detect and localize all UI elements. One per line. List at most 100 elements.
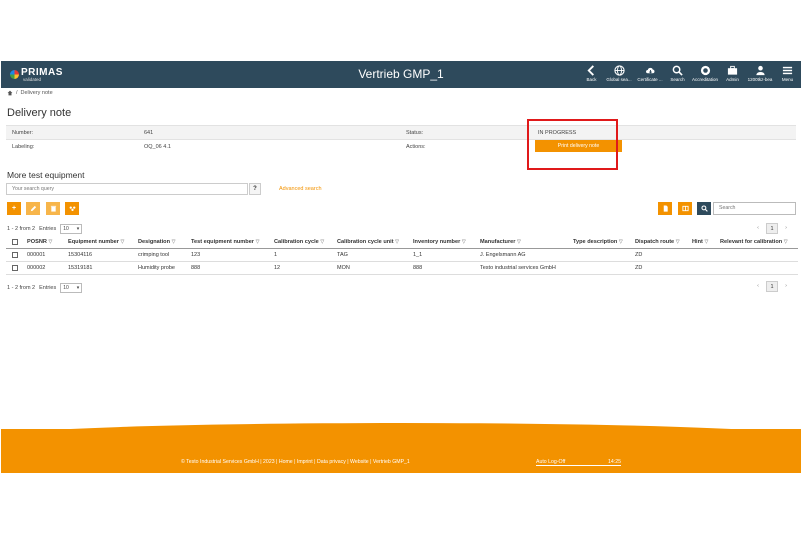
footer-links[interactable]: © Testo Industrial Services GmbH | 2023 … — [181, 459, 410, 465]
group-button[interactable] — [65, 202, 79, 215]
export-button[interactable] — [658, 202, 672, 215]
nav-label: Accreditation — [691, 77, 718, 82]
filter-icon[interactable]: ▽ — [121, 239, 125, 245]
entries-label: Entries — [39, 226, 57, 232]
footer — [1, 429, 801, 473]
header-posnr[interactable]: POSNR ▽ — [27, 239, 52, 245]
filter-icon[interactable]: ▽ — [462, 239, 466, 245]
filter-icon[interactable]: ▽ — [48, 239, 52, 245]
filter-icon[interactable]: ▽ — [704, 239, 708, 245]
pager-bottom: ‹ 1 › — [752, 281, 792, 292]
filter-icon[interactable]: ▽ — [676, 239, 680, 245]
nav-label: Global sea... — [606, 77, 632, 82]
labeling-value: OQ_06 4.1 — [144, 144, 171, 150]
header-calibration-cycle[interactable]: Calibration cycle ▽ — [274, 239, 324, 245]
header-test-equipment-number[interactable]: Test equipment number ▽ — [191, 239, 259, 245]
nav-global-search[interactable]: Global sea... — [604, 63, 634, 87]
nav-certificate[interactable]: Certificate ... — [635, 63, 665, 87]
header-equipment-number[interactable]: Equipment number ▽ — [68, 239, 124, 245]
trash-icon — [50, 205, 56, 212]
search-query-input[interactable]: Your search query — [6, 183, 248, 195]
breadcrumb-separator: / — [16, 90, 18, 96]
add-button[interactable]: + — [7, 202, 21, 215]
cell-posnr: 000001 — [27, 252, 46, 258]
next-page-button[interactable]: › — [780, 223, 792, 234]
app-window: PRIMAS validated Vertrieb GMP_1 Back Glo… — [1, 61, 801, 473]
cell-calibration-cycle: 12 — [274, 265, 281, 271]
delivery-info-table: Number: 641 Status: IN PROGRESS Labeling… — [6, 125, 796, 153]
row-checkbox[interactable] — [12, 265, 18, 271]
filter-icon[interactable]: ▽ — [395, 239, 399, 245]
cloud-download-icon — [645, 67, 655, 74]
briefcase-icon — [727, 65, 738, 75]
header-inventory-number[interactable]: Inventory number ▽ — [413, 239, 466, 245]
advanced-search-link[interactable]: Advanced search — [279, 186, 322, 192]
cell-manufacturer: J. Engelsmann AG — [480, 252, 526, 258]
back-icon — [587, 65, 594, 76]
cell-test-equipment-number: 888 — [191, 265, 201, 271]
nav-admin[interactable]: Admin — [721, 63, 744, 87]
header-hint[interactable]: Hint ▽ — [692, 239, 708, 245]
cell-inventory-number: 888 — [413, 265, 423, 271]
filter-icon[interactable]: ▽ — [784, 239, 788, 245]
document-icon — [663, 205, 668, 212]
search-button[interactable] — [697, 202, 711, 215]
page-1-button[interactable]: 1 — [766, 281, 778, 292]
info-row-number: Number: 641 Status: IN PROGRESS — [6, 125, 796, 139]
header-type-description[interactable]: Type description ▽ — [573, 239, 623, 245]
cell-posnr: 000002 — [27, 265, 46, 271]
cell-inventory-number: 1_1 — [413, 252, 423, 258]
table-search-input[interactable]: Search — [713, 202, 796, 215]
auto-logoff-time: 14:25 — [608, 459, 621, 465]
help-button[interactable]: ? — [249, 183, 261, 195]
header-calibration-cycle-unit[interactable]: Calibration cycle unit ▽ — [337, 239, 399, 245]
columns-button[interactable] — [678, 202, 692, 215]
nav-label: Admin — [726, 77, 739, 82]
prev-page-button[interactable]: ‹ — [752, 223, 764, 234]
user-icon — [755, 65, 765, 76]
nav-back[interactable]: Back — [580, 63, 603, 87]
cell-test-equipment-number: 123 — [191, 252, 201, 258]
header-dispatch-route[interactable]: Dispatch route ▽ — [635, 239, 680, 245]
header-designation[interactable]: Designation ▽ — [138, 239, 175, 245]
breadcrumb-current: Delivery note — [20, 90, 53, 96]
actions-label: Actions: — [406, 144, 426, 150]
nav-search[interactable]: Search — [666, 63, 689, 87]
breadcrumb: / Delivery note — [7, 90, 53, 96]
table-row[interactable]: 000001 15304116 crimping tool 123 1 TAG … — [6, 249, 798, 262]
columns-icon — [681, 205, 689, 212]
header-relevant-for-calibration[interactable]: Relevant for calibration ▽ — [720, 239, 788, 245]
table-row[interactable]: 000002 15319181 Humidity probe 888 12 MO… — [6, 262, 798, 275]
cell-equipment-number: 15319181 — [68, 265, 93, 271]
next-page-button[interactable]: › — [780, 281, 792, 292]
filter-icon[interactable]: ▽ — [619, 239, 623, 245]
nav-accreditation[interactable]: Accreditation — [690, 63, 720, 87]
filter-icon[interactable]: ▽ — [256, 239, 260, 245]
seal-icon — [700, 65, 710, 76]
entries-select[interactable]: 10 — [60, 283, 83, 293]
entries-select[interactable]: 10 — [60, 224, 83, 234]
labeling-label: Labeling: — [12, 144, 35, 150]
cell-equipment-number: 15304116 — [68, 252, 93, 258]
auto-logoff: Auto Log-Off 14:25 — [536, 459, 621, 466]
edit-button[interactable] — [26, 202, 40, 215]
status-label: Status: — [406, 130, 424, 136]
delete-button[interactable] — [46, 202, 60, 215]
nav-user[interactable]: 1200tkz-bea — [745, 63, 775, 87]
cell-manufacturer: Testo industrial services GmbH — [480, 265, 556, 271]
prev-page-button[interactable]: ‹ — [752, 281, 764, 292]
nav-menu[interactable]: Menu — [776, 63, 799, 87]
header-manufacturer[interactable]: Manufacturer ▽ — [480, 239, 521, 245]
filter-icon[interactable]: ▽ — [320, 239, 324, 245]
edit-icon — [30, 205, 36, 212]
nav-label: Back — [586, 77, 597, 82]
select-all-checkbox[interactable] — [12, 239, 18, 245]
pager-top: ‹ 1 › — [752, 223, 792, 234]
home-icon[interactable] — [7, 90, 13, 96]
page-1-button[interactable]: 1 — [766, 223, 778, 234]
cell-designation: Humidity probe — [138, 265, 175, 271]
filter-icon[interactable]: ▽ — [172, 239, 176, 245]
filter-icon[interactable]: ▽ — [517, 239, 521, 245]
pagination-summary: 1 - 2 from 2 — [7, 285, 36, 291]
row-checkbox[interactable] — [12, 252, 18, 258]
